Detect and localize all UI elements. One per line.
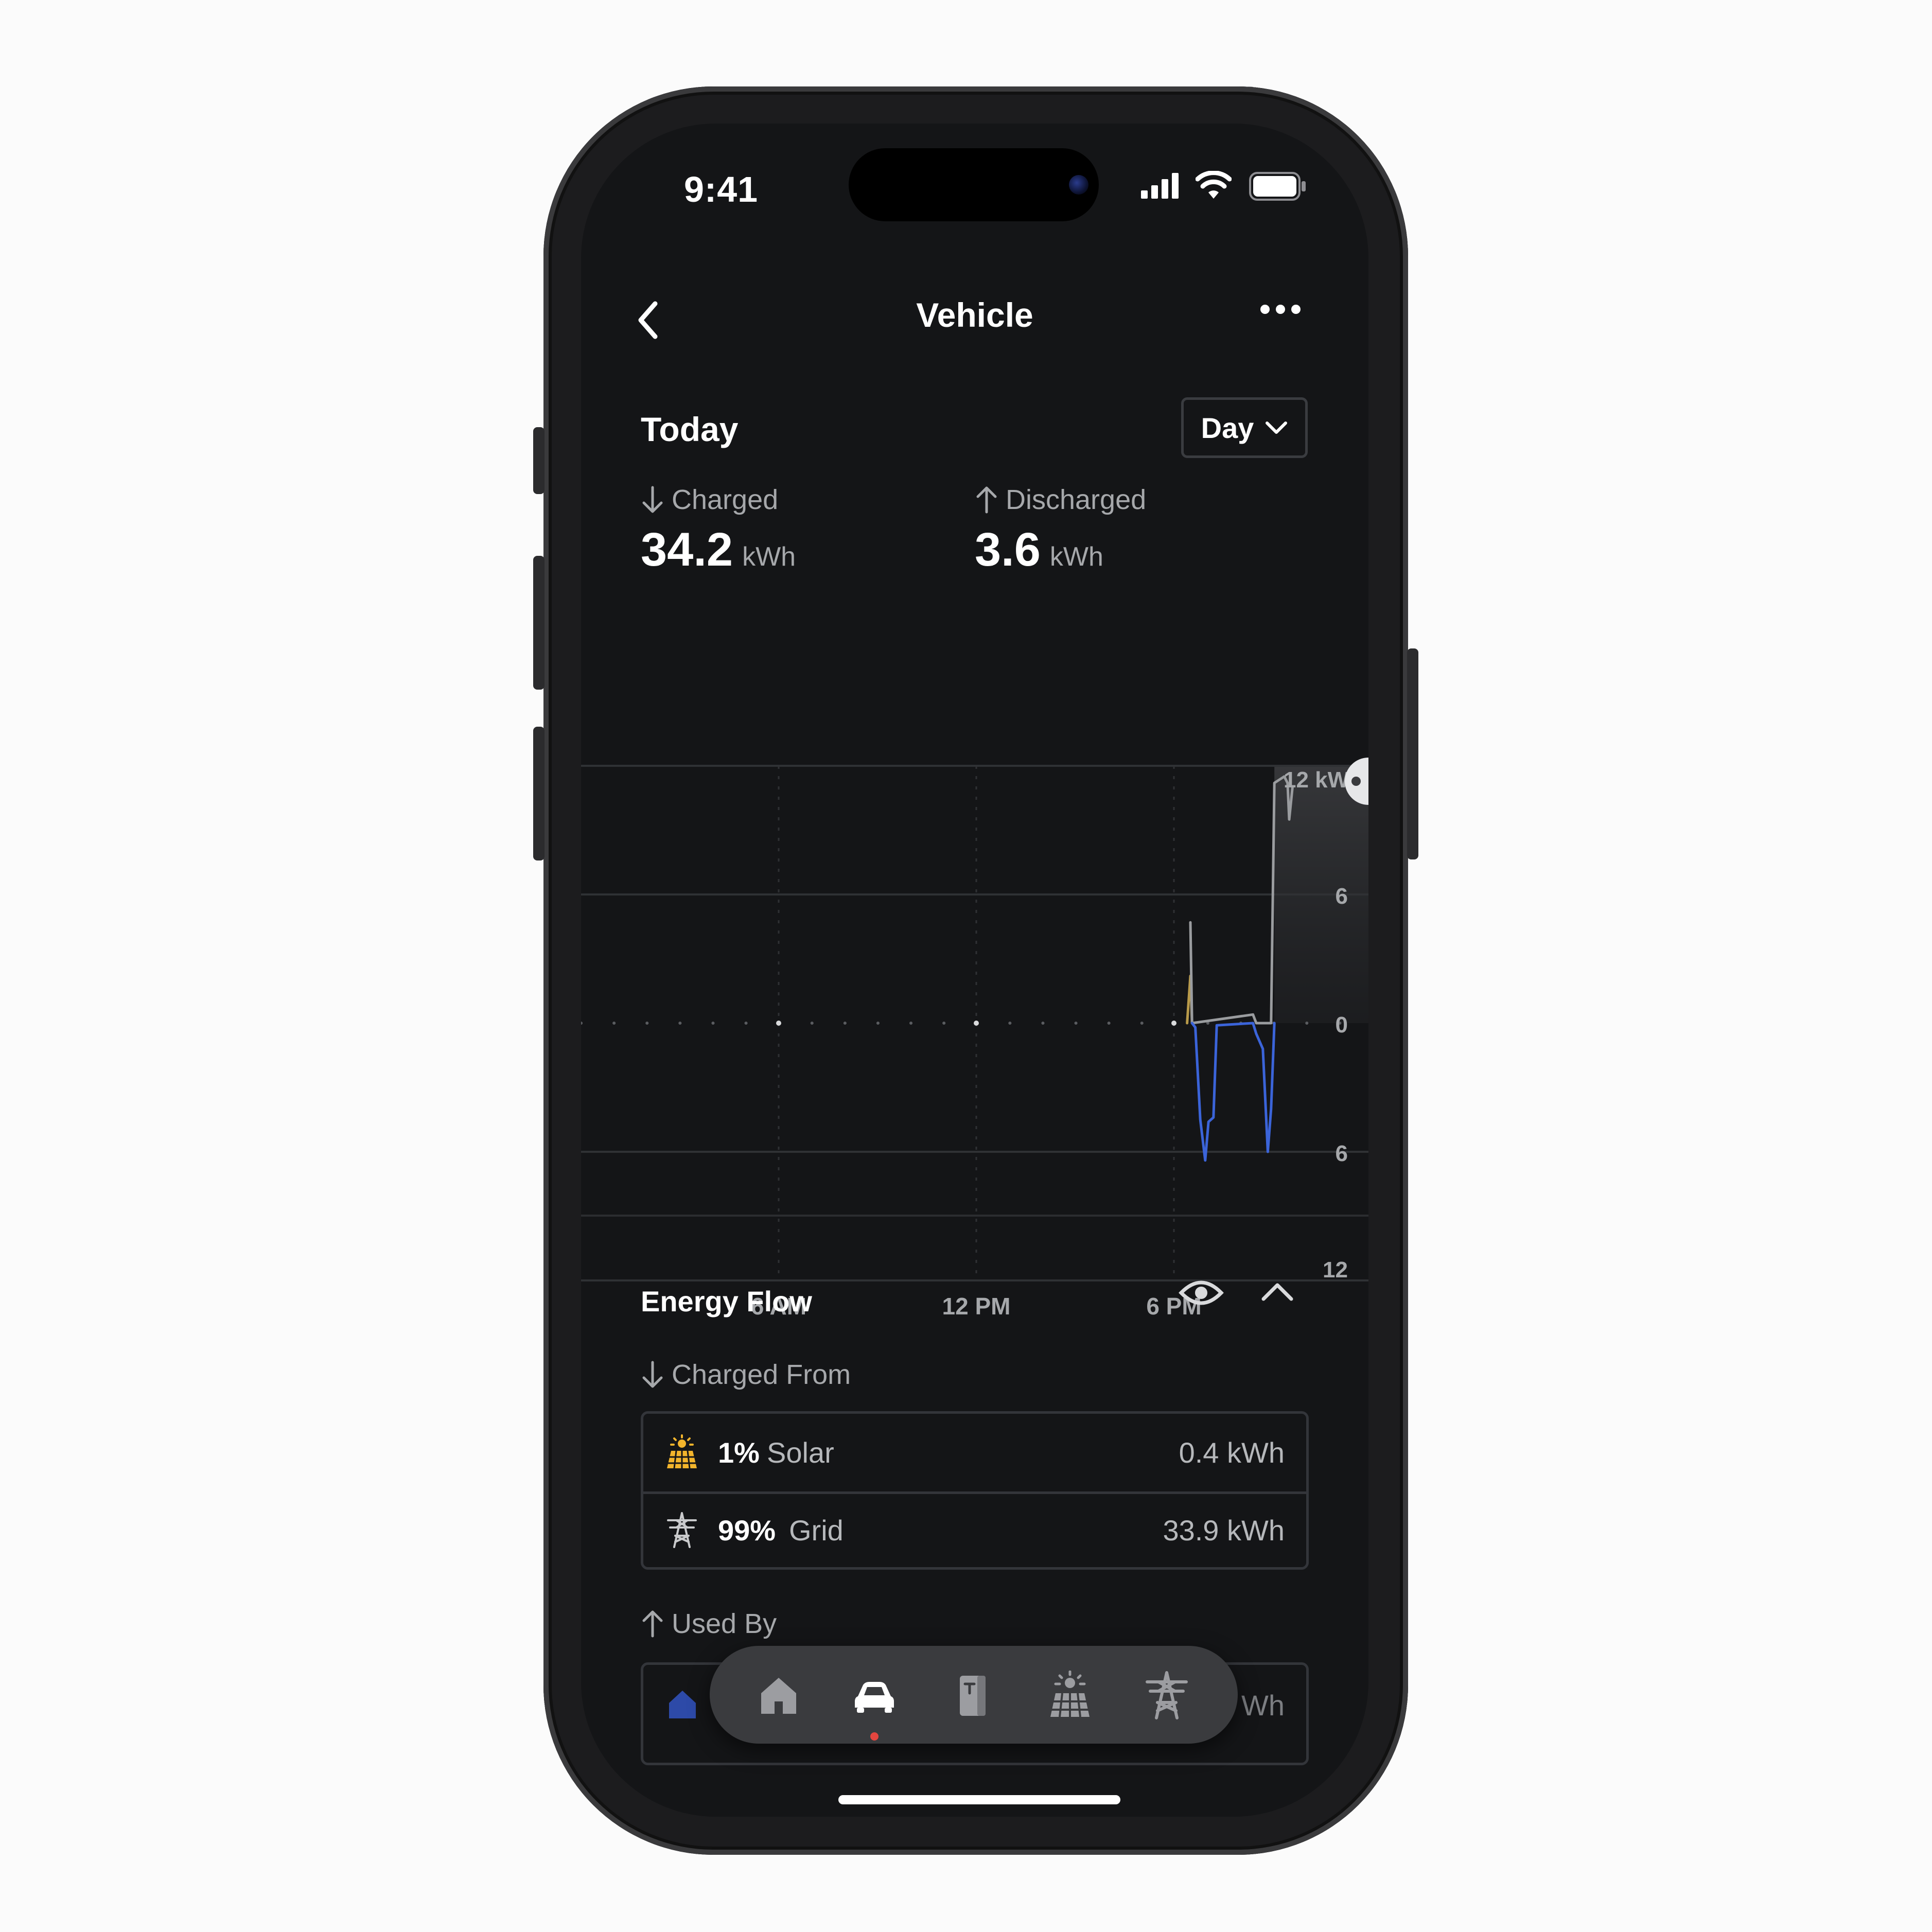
period-selector[interactable]: Day bbox=[1181, 397, 1308, 458]
used-by-heading: Used By bbox=[641, 1608, 777, 1640]
active-tab-indicator bbox=[870, 1732, 879, 1741]
chart-x-tick-label: 12 PM bbox=[942, 1293, 1011, 1320]
energy-flow-title: Energy Flow bbox=[641, 1285, 812, 1318]
solar-value: 0.4 kWh bbox=[1179, 1436, 1285, 1469]
period-heading: Today bbox=[641, 410, 739, 448]
tab-powerwall[interactable] bbox=[947, 1671, 997, 1720]
grid-value: 33.9 kWh bbox=[1163, 1514, 1285, 1547]
battery-icon bbox=[1249, 172, 1306, 201]
chart-y-tick-label: 12 kW bbox=[1284, 767, 1349, 793]
chart-y-tick-label: 12 bbox=[1323, 1257, 1348, 1283]
solar-panel-icon bbox=[667, 1434, 697, 1469]
charged-label: Charged bbox=[672, 484, 779, 515]
discharged-value: 3.6 bbox=[975, 523, 1041, 576]
chart-zero-marker bbox=[776, 1021, 781, 1026]
chart-zero-marker bbox=[974, 1021, 979, 1026]
discharged-label: Discharged bbox=[1006, 484, 1147, 515]
action-button bbox=[533, 427, 545, 494]
charged-value: 34.2 bbox=[641, 523, 733, 576]
tab-home[interactable] bbox=[754, 1671, 803, 1720]
charged-from-label: Charged From bbox=[672, 1359, 851, 1390]
chart-series-line bbox=[1190, 1022, 1276, 1162]
used-by-value: Wh bbox=[1241, 1689, 1285, 1722]
used-by-label: Used By bbox=[672, 1608, 777, 1639]
chart-zero-marker bbox=[1171, 1021, 1176, 1026]
grid-label: Grid bbox=[789, 1514, 844, 1547]
wifi-icon bbox=[1196, 171, 1232, 199]
solar-label: Solar bbox=[767, 1436, 834, 1469]
chevron-down-icon bbox=[1266, 421, 1288, 434]
dynamic-island bbox=[849, 148, 1099, 221]
chart-y-tick-label: 6 bbox=[1336, 884, 1348, 909]
arrow-up-icon bbox=[642, 1610, 663, 1638]
arrow-up-icon bbox=[976, 486, 997, 514]
status-time: 9:41 bbox=[684, 169, 759, 209]
eye-icon[interactable] bbox=[1178, 1276, 1224, 1309]
charged-from-table: 1% Solar 0.4 kWh 99% Grid 33.9 kWh bbox=[641, 1411, 1309, 1570]
power-tower-icon bbox=[667, 1512, 697, 1548]
discharged-unit: kWh bbox=[1049, 542, 1103, 572]
grid-percent: 99% bbox=[718, 1514, 776, 1547]
chart-scrubber-grip bbox=[1351, 777, 1361, 786]
page-title: Vehicle bbox=[916, 296, 1033, 334]
more-options-icon[interactable] bbox=[1260, 305, 1307, 317]
chevron-up-icon[interactable] bbox=[1260, 1280, 1294, 1303]
chart-divider bbox=[581, 1215, 1368, 1217]
power-button bbox=[1407, 648, 1418, 859]
power-chart[interactable]: 12 kW606126 AM 12 PM 6 PM bbox=[581, 638, 1368, 1338]
app-screen: 9:41 Vehicle Today Day Charged 34.2 kWh … bbox=[581, 124, 1368, 1817]
period-selector-label: Day bbox=[1201, 411, 1254, 444]
chart-y-tick-label: 6 bbox=[1336, 1141, 1348, 1166]
source-row-solar[interactable]: 1% Solar 0.4 kWh bbox=[643, 1414, 1306, 1494]
home-icon bbox=[669, 1691, 696, 1718]
home-indicator bbox=[838, 1795, 1120, 1804]
tab-solar[interactable] bbox=[1045, 1671, 1095, 1720]
arrow-down-icon bbox=[642, 486, 663, 513]
charged-unit: kWh bbox=[742, 542, 796, 572]
charged-from-heading: Charged From bbox=[641, 1359, 851, 1391]
solar-percent: 1% bbox=[718, 1436, 760, 1469]
volume-up-button bbox=[533, 556, 545, 690]
cellular-signal-icon bbox=[1141, 173, 1179, 199]
tab-grid[interactable] bbox=[1142, 1671, 1191, 1720]
volume-down-button bbox=[533, 727, 545, 860]
chart-y-tick-label: 0 bbox=[1336, 1012, 1348, 1038]
arrow-down-icon bbox=[642, 1361, 663, 1388]
source-row-grid[interactable]: 99% Grid 33.9 kWh bbox=[643, 1491, 1306, 1567]
charged-stat: Charged 34.2 kWh bbox=[641, 484, 796, 577]
tab-vehicle[interactable] bbox=[850, 1671, 899, 1720]
discharged-stat: Discharged 3.6 kWh bbox=[975, 484, 1146, 577]
tab-bar bbox=[710, 1646, 1238, 1744]
camera-icon bbox=[1069, 175, 1088, 195]
